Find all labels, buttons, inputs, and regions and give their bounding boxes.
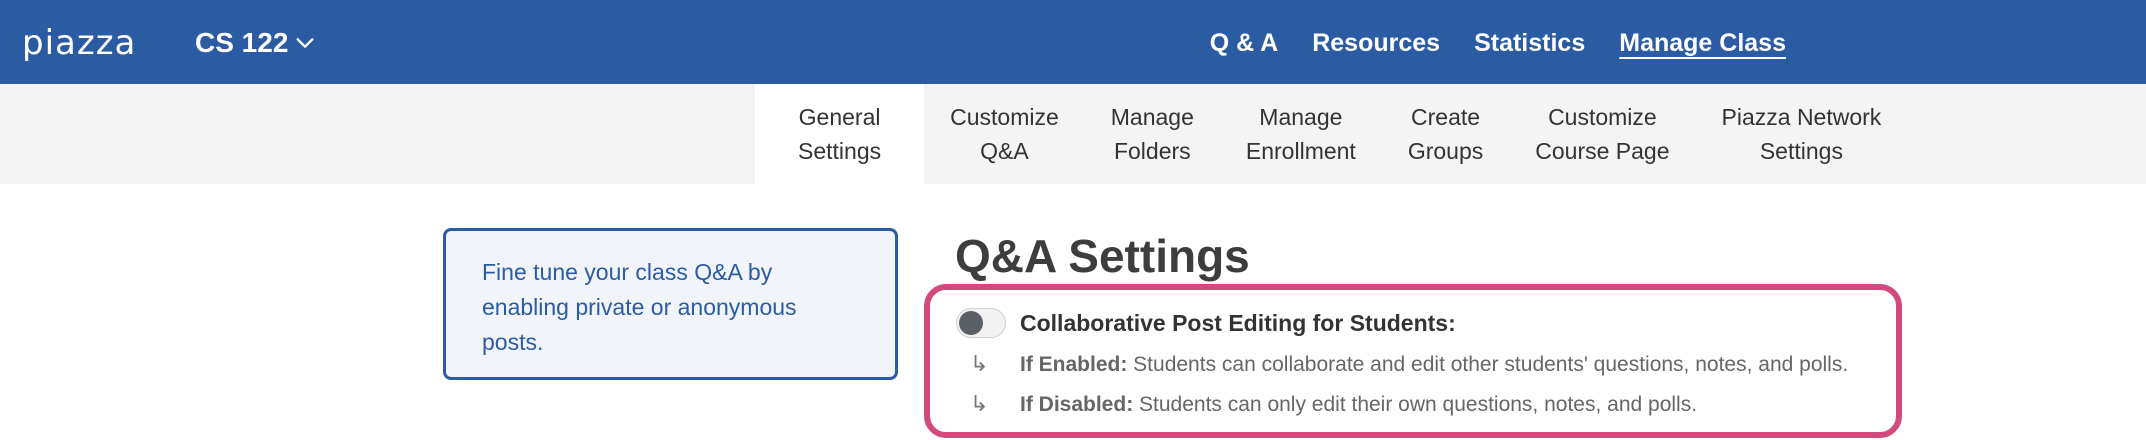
nav-manage-class[interactable]: Manage Class: [1619, 26, 1786, 60]
tip-box: Fine tune your class Q&A by enabling pri…: [443, 228, 898, 380]
manage-class-subnav: General Settings Customize Q&A Manage Fo…: [755, 84, 1907, 184]
tab-customize-course-page[interactable]: Customize Course Page: [1509, 84, 1695, 184]
tab-label: Manage Folders: [1110, 104, 1194, 164]
tab-manage-folders[interactable]: Manage Folders: [1085, 84, 1220, 184]
tab-manage-enrollment[interactable]: Manage Enrollment: [1220, 84, 1382, 184]
tab-label: Manage Enrollment: [1245, 104, 1356, 164]
course-name: CS 122: [195, 27, 289, 58]
nav-qa[interactable]: Q & A: [1210, 26, 1279, 60]
if-disabled-label: If Disabled:: [1020, 393, 1134, 416]
tab-label: Customize Q&A: [950, 104, 1059, 164]
if-disabled-description: If Disabled: Students can only edit thei…: [1020, 390, 1697, 420]
course-selector[interactable]: CS 122: [195, 26, 316, 60]
page-title: Q&A Settings: [955, 230, 1250, 282]
nav-statistics[interactable]: Statistics: [1474, 26, 1585, 60]
sub-arrow-icon: ↳: [970, 392, 989, 417]
if-enabled-description: If Enabled: Students can collaborate and…: [1020, 350, 1848, 380]
tab-piazza-network-settings[interactable]: Piazza Network Settings: [1696, 84, 1908, 184]
chevron-down-icon: [296, 38, 314, 48]
sub-arrow-icon: ↳: [970, 352, 989, 377]
tab-label: Piazza Network Settings: [1721, 104, 1882, 164]
nav-resources[interactable]: Resources: [1312, 26, 1440, 60]
piazza-logo[interactable]: piazza: [22, 26, 136, 60]
main-nav: Q & A Resources Statistics Manage Class: [1210, 26, 1786, 60]
if-enabled-label: If Enabled:: [1020, 353, 1128, 376]
tab-label: Create Groups: [1407, 104, 1484, 164]
top-navigation-bar: piazza CS 122 Q & A Resources Statistics…: [0, 0, 2146, 84]
collaborative-editing-toggle[interactable]: [956, 308, 1006, 338]
toggle-knob: [959, 311, 983, 335]
tab-label: Customize Course Page: [1535, 104, 1670, 164]
collaborative-editing-label: Collaborative Post Editing for Students:: [1020, 310, 1456, 336]
if-disabled-text: Students can only edit their own questio…: [1133, 393, 1698, 416]
tab-general-settings[interactable]: General Settings: [755, 84, 925, 184]
tab-label: General Settings: [798, 104, 882, 164]
if-enabled-text: Students can collaborate and edit other …: [1127, 353, 1849, 376]
tab-create-groups[interactable]: Create Groups: [1382, 84, 1509, 184]
tab-customize-qa[interactable]: Customize Q&A: [924, 84, 1085, 184]
